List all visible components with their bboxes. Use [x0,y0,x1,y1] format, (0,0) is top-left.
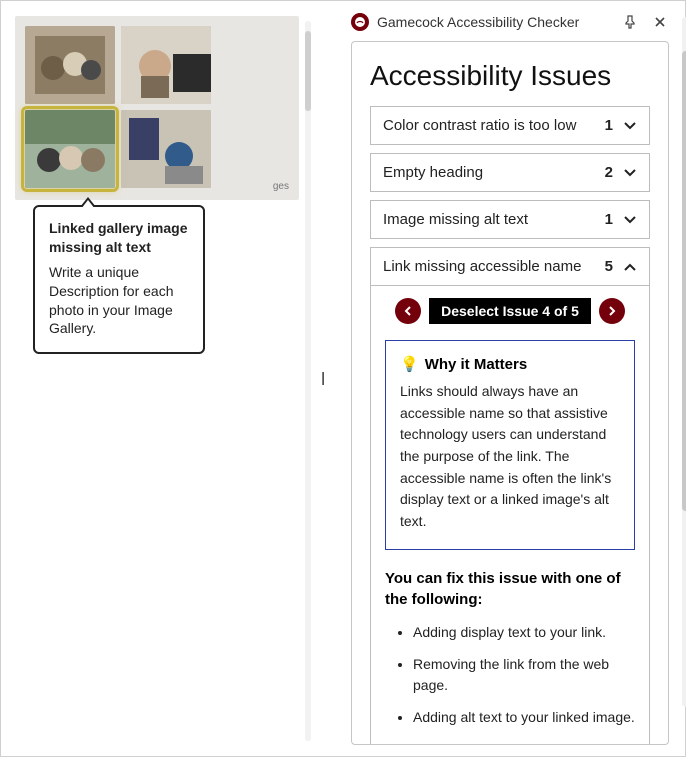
prev-issue-button[interactable] [395,298,421,324]
panel-title: Gamecock Accessibility Checker [377,14,611,30]
why-it-matters: 💡 Why it Matters Links should always hav… [385,340,635,550]
chevron-up-icon [623,259,637,275]
gallery-footer-hint: ges [273,181,289,192]
issue-row[interactable]: Empty heading 2 [370,153,650,192]
gallery-thumb-selected[interactable] [25,110,115,188]
drag-handle-icon: || [321,369,322,385]
issue-nav: Deselect Issue 4 of 5 [385,298,635,324]
pin-button[interactable] [619,11,641,33]
gallery-thumb[interactable] [121,110,211,188]
fix-list: Adding display text to your link. Removi… [385,622,635,729]
gallery-thumb[interactable] [25,26,115,104]
panel-header: Gamecock Accessibility Checker [341,1,681,41]
issue-count: 5 [605,258,613,275]
tooltip-title: Linked gallery image missing alt text [49,219,189,257]
issue-count: 1 [605,211,613,228]
issue-row-expanded[interactable]: Link missing accessible name 5 [370,247,650,286]
app-icon [351,13,369,31]
issue-tooltip: Linked gallery image missing alt text Wr… [33,205,205,354]
right-scroll-thumb[interactable] [682,51,686,511]
image-gallery: ges [15,16,299,200]
close-button[interactable] [649,11,671,33]
tooltip-body: Write a unique Description for each phot… [49,263,189,339]
matters-title-text: Why it Matters [425,356,528,373]
editor-pane: ges Linked gallery image missing alt tex… [1,1,313,756]
checker-pane: Gamecock Accessibility Checker Accessibi… [337,1,685,756]
issue-row[interactable]: Image missing alt text 1 [370,200,650,239]
page-title: Accessibility Issues [370,60,650,92]
gallery-thumb[interactable] [121,26,211,104]
issue-nav-label[interactable]: Deselect Issue 4 of 5 [429,298,591,324]
list-item: Removing the link from the web page. [413,654,635,697]
chevron-down-icon [623,118,637,134]
chevron-down-icon [623,165,637,181]
left-scroll-track [305,21,311,741]
issue-label: Color contrast ratio is too low [383,117,576,134]
issue-label: Empty heading [383,164,483,181]
lightbulb-icon: 💡 [400,355,419,373]
app-root: ges Linked gallery image missing alt tex… [1,1,685,756]
left-scroll-thumb[interactable] [305,31,311,111]
list-item: Adding alt text to your linked image. [413,707,635,729]
issue-label: Link missing accessible name [383,258,581,275]
matters-body: Links should always have an accessible n… [400,381,620,533]
issue-count: 1 [605,117,613,134]
list-item: Adding display text to your link. [413,622,635,644]
issue-detail: Deselect Issue 4 of 5 💡 Why it Matters L… [370,286,650,745]
next-issue-button[interactable] [599,298,625,324]
issue-count: 2 [605,164,613,181]
chevron-down-icon [623,212,637,228]
panel-body: Accessibility Issues Color contrast rati… [351,41,669,745]
pane-divider[interactable]: || [313,1,337,756]
issue-row[interactable]: Color contrast ratio is too low 1 [370,106,650,145]
fix-title: You can fix this issue with one of the f… [385,568,635,610]
issue-label: Image missing alt text [383,211,528,228]
